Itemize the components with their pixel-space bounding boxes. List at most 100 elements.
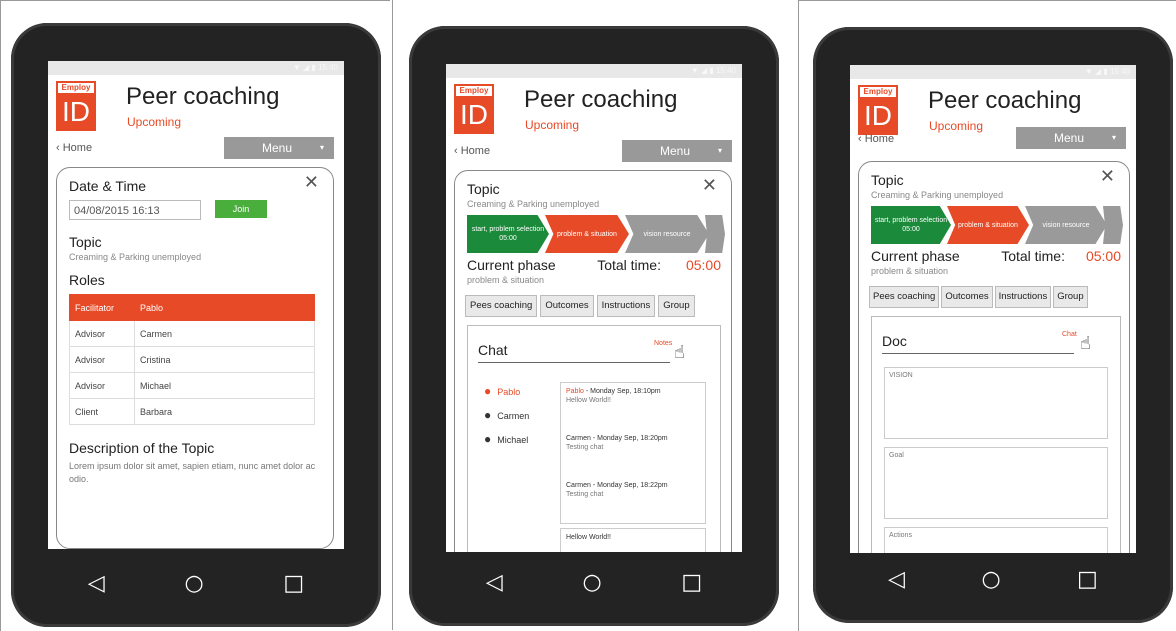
roles-table: Facilitator Pablo Advisor Carmen Advisor Cr… [69, 294, 315, 425]
menu-dropdown[interactable]: Menu ▾ [224, 137, 334, 159]
status-label: Upcoming [929, 119, 984, 133]
phase-step-more[interactable] [705, 215, 725, 253]
home-label: Home [864, 133, 895, 145]
screenshot-frame-2: ▼ ◢ ▮ 15:40 Employ ID Peer coaching Upco… [392, 0, 795, 630]
close-icon[interactable]: ✕ [304, 172, 319, 193]
status-bar: ▼ ◢ ▮ 15:40 [446, 64, 742, 78]
phase-step-3[interactable]: vision resource [1025, 206, 1107, 244]
phase-step-2[interactable]: problem & situation [947, 206, 1029, 244]
message-text: Testing chat [566, 491, 604, 498]
recents-square-icon[interactable]: □ [1077, 567, 1098, 592]
logo-top-text: Employ [860, 87, 896, 97]
home-circle-icon[interactable]: ○ [184, 571, 203, 596]
chat-user-item[interactable]: ● Pablo [484, 384, 520, 398]
name-cell: Pablo [134, 294, 315, 321]
status-bar-icons: ▼ ◢ ▮ 15:40 [1084, 67, 1130, 76]
chat-user-item[interactable]: ● Michael [484, 432, 528, 446]
phase-step-1[interactable]: start, problem selection 05:00 [871, 206, 951, 244]
phone-2: ▼ ◢ ▮ 15:40 Employ ID Peer coaching Upco… [409, 26, 779, 626]
status-bar: ▼ ◢ ▮ 15:40 [48, 61, 344, 75]
home-circle-icon[interactable]: ○ [582, 570, 601, 595]
chevron-left-icon: ‹ [56, 142, 63, 154]
back-triangle-icon[interactable]: ◁ [486, 570, 503, 595]
name-cell: Cristina [134, 346, 315, 373]
phone-3: ▼ ◢ ▮ 15:40 Employ ID Peer coaching Upco… [813, 27, 1173, 623]
home-circle-icon[interactable]: ○ [981, 567, 1000, 592]
status-bar-icons: ▼ ◢ ▮ 15:40 [292, 63, 338, 72]
table-row: Facilitator Pablo [69, 294, 315, 321]
chat-user-item[interactable]: ● Carmen [484, 408, 529, 422]
menu-label: Menu [262, 141, 293, 155]
logo-main-text: ID [62, 96, 90, 127]
home-back-link[interactable]: ‹ Home [454, 145, 490, 157]
phone-3-screen: ▼ ◢ ▮ 15:40 Employ ID Peer coaching Upco… [850, 65, 1136, 553]
close-icon[interactable]: ✕ [702, 175, 717, 196]
session-details-card: ✕ Date & Time 04/08/2015 16:13 Join Topi… [56, 167, 334, 549]
goal-field[interactable]: Goal [884, 447, 1108, 519]
user-name: Carmen [497, 411, 530, 421]
close-icon[interactable]: ✕ [1100, 166, 1115, 187]
tab-instructions[interactable]: Instructions [596, 295, 656, 317]
session-workspace-card: ✕ Topic Creaming & Parking unemployed st… [454, 170, 732, 552]
status-label: Upcoming [525, 118, 580, 132]
page-title: Peer coaching [928, 87, 1082, 114]
tab-outcomes[interactable]: Outcomes [941, 286, 993, 308]
role-cell: Advisor [69, 346, 135, 373]
logo-top-text: Employ [456, 86, 492, 96]
back-triangle-icon[interactable]: ◁ [888, 567, 905, 592]
vision-field[interactable]: VISION [884, 367, 1108, 439]
current-phase-label: Current phase [871, 248, 960, 264]
phase-step-3[interactable]: vision resource [625, 215, 709, 253]
join-button[interactable]: Join [215, 200, 267, 218]
tab-group[interactable]: Group [658, 295, 695, 317]
menu-label: Menu [660, 144, 691, 158]
phone-2-screen: ▼ ◢ ▮ 15:40 Employ ID Peer coaching Upco… [446, 64, 742, 552]
name-cell: Carmen [134, 320, 315, 347]
home-back-link[interactable]: ‹ Home [858, 133, 894, 145]
tab-group[interactable]: Group [1053, 286, 1088, 308]
menu-dropdown[interactable]: Menu ▾ [622, 140, 732, 162]
chat-switch-link[interactable]: Chat [1062, 331, 1077, 338]
back-triangle-icon[interactable]: ◁ [88, 571, 105, 596]
current-phase-value: problem & situation [871, 266, 949, 276]
logo-main-text: ID [460, 99, 488, 130]
role-cell: Facilitator [69, 294, 135, 321]
tab-outcomes[interactable]: Outcomes [540, 295, 594, 317]
actions-field[interactable]: Actions [884, 527, 1108, 553]
chat-message: Carmen - Monday Sep, 18:20pm Testing chat [561, 430, 705, 477]
tab-peer-coaching[interactable]: Pees coaching [869, 286, 940, 308]
role-cell: Advisor [69, 372, 135, 399]
person-icon: ● [484, 408, 492, 422]
tab-peer-coaching[interactable]: Pees coaching [465, 295, 538, 317]
home-back-link[interactable]: ‹ Home [56, 142, 92, 154]
logo-top-text: Employ [58, 83, 94, 93]
section-tabs: Pees coaching Outcomes Instructions Grou… [465, 295, 695, 317]
chat-message: Carmen - Monday Sep, 18:22pm Testing chat [561, 477, 705, 524]
recents-square-icon[interactable]: □ [283, 571, 304, 596]
menu-dropdown[interactable]: Menu ▾ [1016, 127, 1126, 149]
chat-panel-title: Chat [478, 342, 670, 363]
phase-step-2-label: problem & situation [958, 221, 1018, 229]
user-name: Michael [497, 435, 529, 445]
recents-square-icon[interactable]: □ [681, 570, 702, 595]
topic-heading: Topic [467, 181, 500, 197]
doc-panel: Doc Chat ☝ VISION Goal Actions [871, 316, 1121, 553]
logo-main-text: ID [864, 100, 892, 131]
message-author: Pablo [566, 388, 584, 395]
notes-switch-link[interactable]: Notes [654, 340, 672, 347]
date-time-field[interactable]: 04/08/2015 16:13 [69, 200, 201, 220]
phase-step-1-label: start, problem selection [874, 217, 948, 224]
tab-instructions[interactable]: Instructions [994, 286, 1052, 308]
topic-text: Creaming & Parking unemployed [467, 199, 600, 209]
total-time-value: 05:00 [1085, 248, 1121, 264]
employid-logo: Employ ID [454, 84, 494, 134]
phase-progress: start, problem selection 05:00 problem & … [467, 215, 725, 253]
current-phase-value: problem & situation [467, 275, 545, 285]
phase-step-more[interactable] [1103, 206, 1123, 244]
phase-step-1[interactable]: start, problem selection 05:00 [467, 215, 549, 253]
phase-step-2[interactable]: problem & situation [545, 215, 629, 253]
message-text: Hellow World!! [566, 397, 611, 404]
app-header: Employ ID Peer coaching Upcoming [48, 75, 344, 137]
employid-logo: Employ ID [858, 85, 898, 135]
message-author: Carmen [566, 482, 591, 489]
